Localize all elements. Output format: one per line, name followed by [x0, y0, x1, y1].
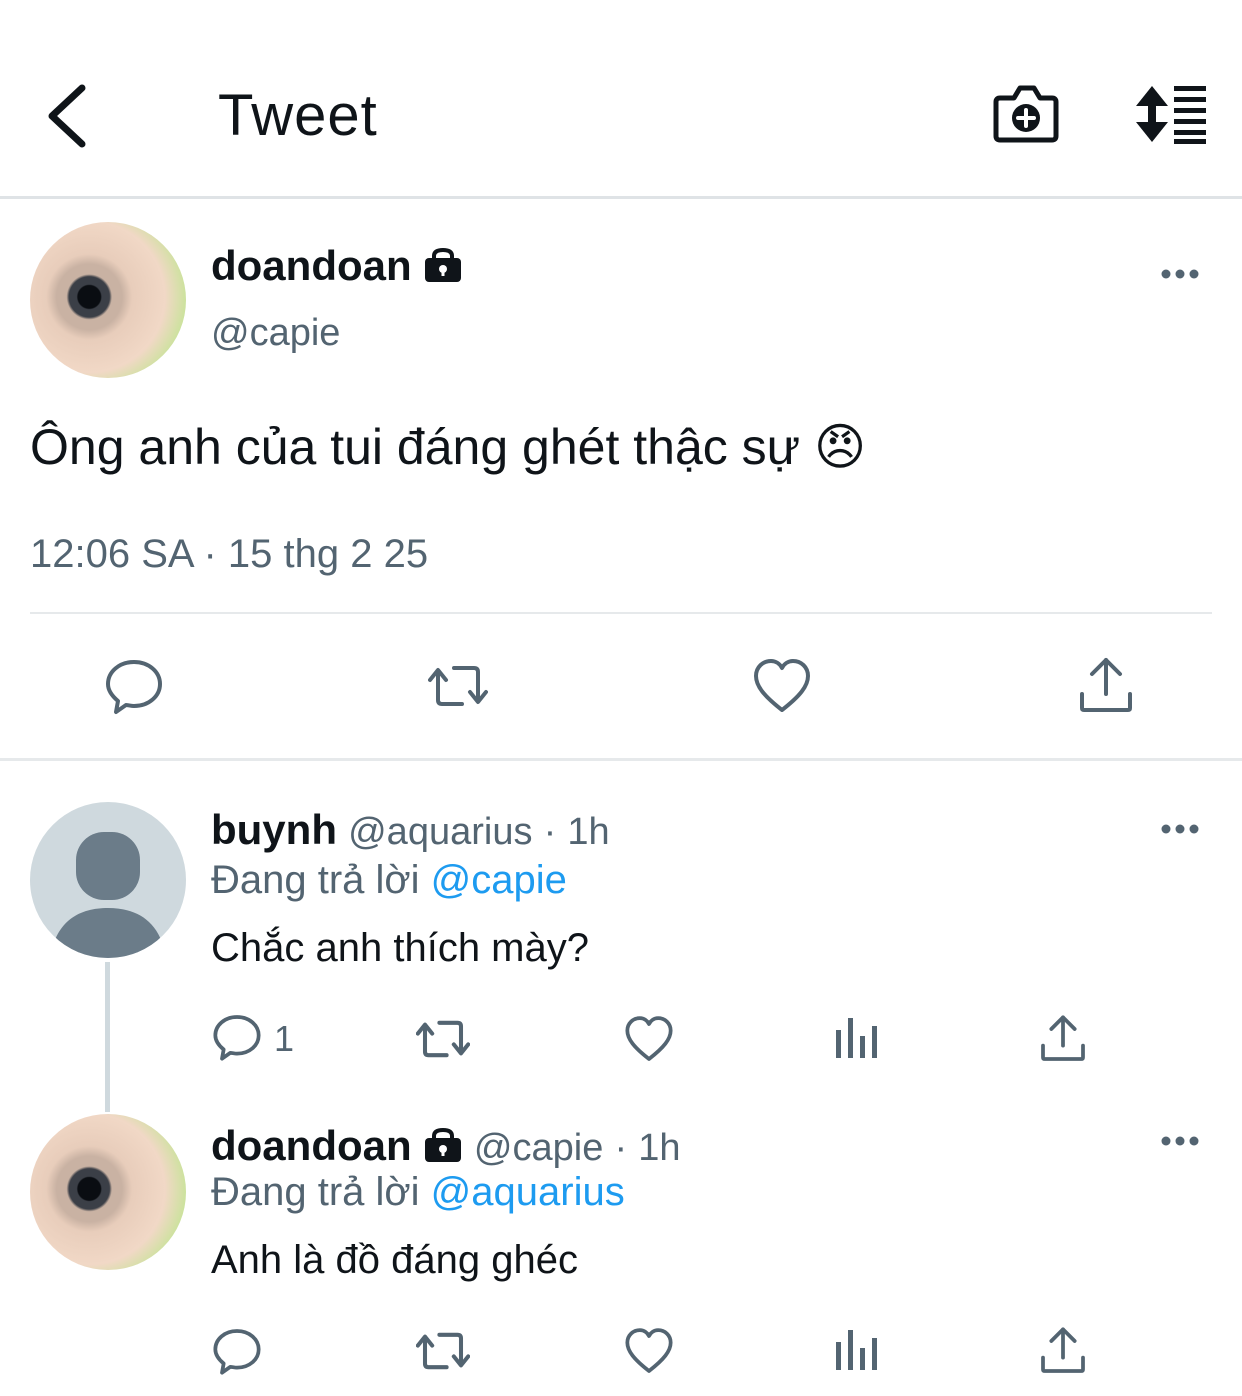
lock-icon: [424, 1128, 461, 1162]
separator: ·: [614, 1127, 628, 1169]
retweet-icon[interactable]: [416, 1324, 470, 1378]
more-icon[interactable]: [1160, 823, 1200, 835]
heart-icon[interactable]: [624, 1014, 674, 1064]
avatar[interactable]: [30, 802, 186, 958]
reply-author-name[interactable]: buynh: [211, 806, 337, 853]
avatar[interactable]: [30, 1114, 186, 1270]
replying-to-mention[interactable]: @aquarius: [431, 1170, 625, 1214]
replying-to: Đang trả lời @capie: [211, 858, 567, 903]
sort-icon[interactable]: [1130, 84, 1210, 144]
reply-header: buynh @aquarius · 1h: [211, 806, 610, 854]
reply-icon[interactable]: [212, 1012, 262, 1062]
analytics-icon[interactable]: [834, 1016, 878, 1060]
reply-author-name[interactable]: doandoan: [211, 1122, 412, 1169]
author-name[interactable]: doandoan: [211, 242, 463, 290]
replying-to-label: Đang trả lời: [211, 858, 420, 902]
more-icon[interactable]: [1160, 1135, 1200, 1147]
reply-text: Chắc anh thích mày?: [211, 926, 589, 970]
tweet-text: Ông anh của tui đáng ghét thậc sự 😠: [30, 419, 867, 475]
analytics-icon[interactable]: [834, 1328, 878, 1372]
divider: [30, 612, 1212, 614]
header-divider: [0, 196, 1242, 199]
reply-author-handle[interactable]: @aquarius: [348, 811, 532, 853]
replying-to: Đang trả lời @aquarius: [211, 1170, 625, 1215]
back-icon[interactable]: [40, 80, 100, 152]
default-avatar-icon: [50, 832, 166, 958]
reply-count: 1: [274, 1018, 295, 1059]
more-icon[interactable]: [1160, 268, 1200, 280]
reply-icon[interactable]: [104, 656, 164, 716]
section-divider: [0, 758, 1242, 761]
avatar[interactable]: [30, 222, 186, 378]
share-icon[interactable]: [1076, 656, 1136, 716]
reply-header: doandoan @capie · 1h: [211, 1122, 681, 1170]
heart-icon[interactable]: [624, 1326, 674, 1376]
lock-icon: [425, 248, 462, 282]
reply-time[interactable]: 1h: [567, 811, 609, 853]
reply-text: Anh là đồ đáng ghéc: [211, 1238, 578, 1282]
tweet-timestamp[interactable]: 12:06 SA · 15 thg 2 25: [30, 532, 428, 577]
separator: ·: [543, 811, 557, 853]
page-title: Tweet: [218, 83, 378, 148]
retweet-icon[interactable]: [428, 656, 488, 716]
reply-icon[interactable]: [212, 1326, 262, 1376]
heart-icon[interactable]: [752, 656, 812, 716]
replying-to-label: Đang trả lời: [211, 1170, 420, 1214]
retweet-icon[interactable]: [416, 1012, 470, 1066]
author-name-text: doandoan: [211, 242, 412, 289]
reply-time[interactable]: 1h: [638, 1127, 680, 1169]
author-handle[interactable]: @capie: [211, 312, 340, 355]
replying-to-mention[interactable]: @capie: [431, 858, 567, 902]
share-icon[interactable]: [1038, 1326, 1088, 1376]
share-icon[interactable]: [1038, 1014, 1088, 1064]
camera-add-icon[interactable]: [992, 82, 1060, 146]
reply-author-handle[interactable]: @capie: [474, 1127, 603, 1169]
thread-line: [105, 962, 110, 1112]
